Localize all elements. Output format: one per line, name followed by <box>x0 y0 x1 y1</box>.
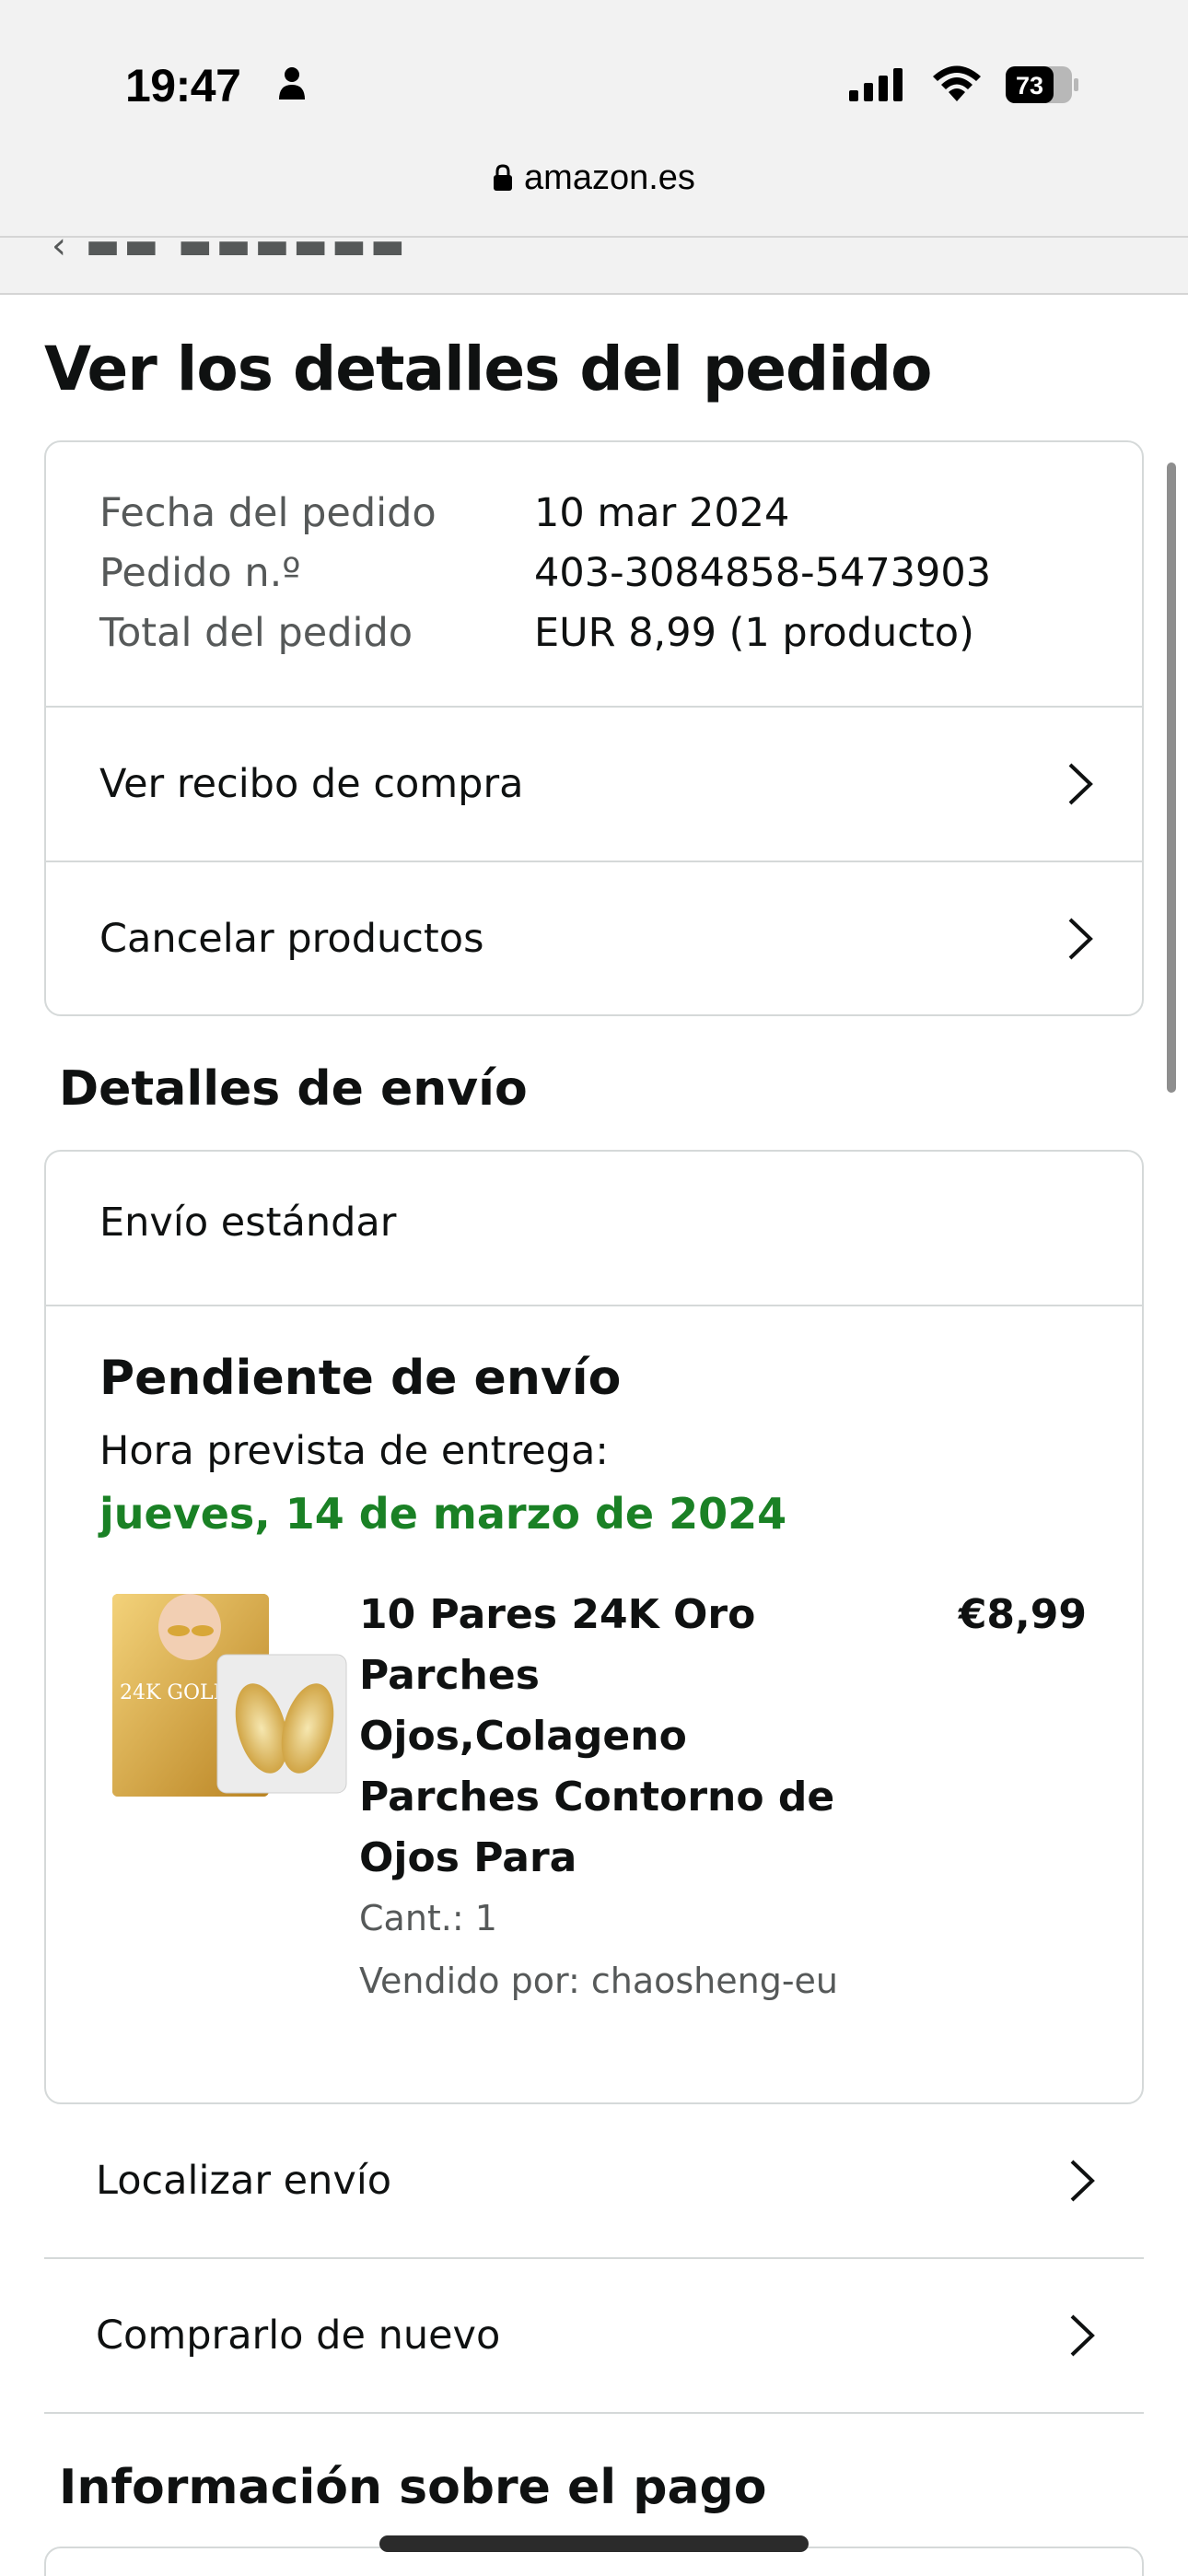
page-title: Ver los detalles del pedido <box>44 334 932 404</box>
chevron-right-icon <box>1068 918 1093 960</box>
browser-chrome: 19:47 73 amazon.es <box>0 0 1188 236</box>
product-seller: Vendido por: chaosheng-eu <box>359 1961 838 2001</box>
product-title[interactable]: 10 Pares 24K Oro Parches Ojos,Colageno P… <box>359 1585 838 1889</box>
payment-section-title: Información sobre el pago <box>59 2460 767 2515</box>
address-bar[interactable]: amazon.es <box>0 158 1188 198</box>
delivery-eta-date: jueves, 14 de marzo de 2024 <box>99 1489 787 1539</box>
order-summary-grid: Fecha del pedido 10 mar 2024 Pedido n.º … <box>99 483 991 662</box>
shipping-status: Pendiente de envío <box>99 1351 622 1406</box>
view-receipt-label: Ver recibo de compra <box>99 761 524 807</box>
status-time: 19:47 <box>125 60 241 111</box>
chevron-right-icon <box>1068 763 1093 805</box>
scrollbar[interactable] <box>1167 463 1176 1093</box>
breadcrumb-clipped: ‹ ▬▬ ▬▬▬▬▬▬ <box>52 238 409 267</box>
buy-again-link[interactable]: Comprarlo de nuevo <box>44 2259 1144 2412</box>
view-receipt-link[interactable]: Ver recibo de compra <box>46 708 1142 861</box>
buy-again-label: Comprarlo de nuevo <box>96 2313 501 2359</box>
lock-icon <box>494 164 513 191</box>
product-image[interactable]: 24K GOLD EYE MASK <box>105 1590 354 1804</box>
track-package-link[interactable]: Localizar envío <box>44 2104 1144 2257</box>
summary-row-order-number: Pedido n.º 403-3084858-5473903 <box>99 543 991 603</box>
chevron-right-icon <box>1070 2314 1095 2357</box>
summary-row-total: Total del pedido EUR 8,99 (1 producto) <box>99 603 991 662</box>
wifi-icon <box>933 65 981 101</box>
product-price: €8,99 <box>958 1591 1087 1638</box>
battery-level: 73 <box>1016 72 1043 100</box>
summary-row-date: Fecha del pedido 10 mar 2024 <box>99 483 991 543</box>
shipping-section-title: Detalles de envío <box>59 1061 528 1117</box>
summary-label: Fecha del pedido <box>99 489 437 536</box>
summary-label: Total del pedido <box>99 609 413 656</box>
person-icon <box>279 67 305 100</box>
summary-value: 403-3084858-5473903 <box>534 549 992 596</box>
product-quantity: Cant.: 1 <box>359 1898 497 1938</box>
delivery-eta-label: Hora prevista de entrega: <box>99 1428 609 1474</box>
summary-label: Pedido n.º <box>99 549 301 596</box>
shipping-method: Envío estándar <box>99 1200 397 1246</box>
cancel-products-label: Cancelar productos <box>99 916 484 962</box>
list-divider <box>44 2412 1144 2414</box>
breadcrumb: ‹ ▬▬ ▬▬▬▬▬▬ <box>0 238 1188 295</box>
order-summary-card: Fecha del pedido 10 mar 2024 Pedido n.º … <box>44 440 1144 1016</box>
shipping-card: Envío estándar Pendiente de envío Hora p… <box>44 1150 1144 2104</box>
summary-value: EUR 8,99 (1 producto) <box>534 609 974 656</box>
signal-icon <box>849 68 903 101</box>
card-divider <box>46 1305 1142 1306</box>
cancel-products-link[interactable]: Cancelar productos <box>46 862 1142 1015</box>
battery-icon: 73 <box>1006 66 1078 103</box>
track-package-label: Localizar envío <box>96 2158 392 2204</box>
home-indicator[interactable] <box>379 2535 809 2552</box>
url-text: amazon.es <box>524 158 695 197</box>
summary-value: 10 mar 2024 <box>534 489 790 536</box>
chevron-right-icon <box>1070 2160 1095 2202</box>
